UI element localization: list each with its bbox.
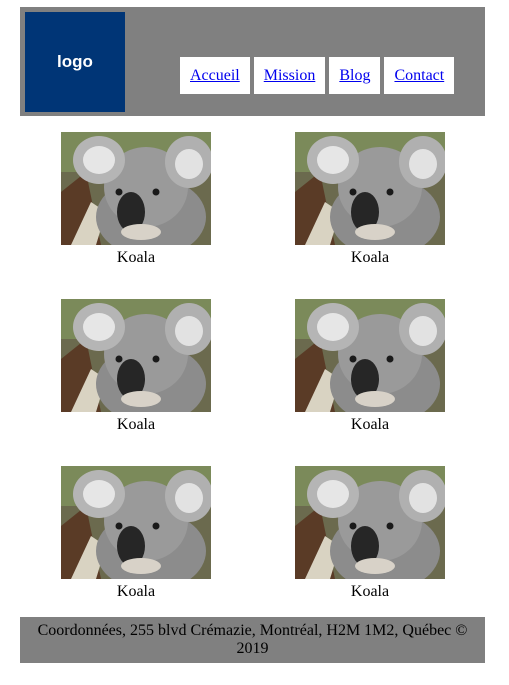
nav-link-blog[interactable]: Blog	[329, 57, 381, 94]
header-bar: logo Accueil Mission Blog Contact	[20, 7, 485, 116]
gallery-caption: Koala	[116, 249, 156, 266]
koala-image	[61, 466, 211, 579]
gallery-item: Koala	[61, 466, 211, 605]
koala-image	[295, 466, 445, 579]
koala-image	[295, 132, 445, 245]
nav-link-accueil[interactable]: Accueil	[180, 57, 250, 94]
koala-image	[61, 299, 211, 412]
gallery-item: Koala	[295, 299, 445, 438]
koala-image	[61, 132, 211, 245]
footer: Coordonnées, 255 blvd Crémazie, Montréal…	[20, 617, 485, 663]
koala-image	[295, 299, 445, 412]
logo[interactable]: logo	[25, 12, 125, 112]
gallery-caption: Koala	[350, 249, 390, 266]
main-nav: Accueil Mission Blog Contact	[180, 57, 455, 94]
gallery-item: Koala	[295, 132, 445, 271]
gallery-item: Koala	[295, 466, 445, 605]
nav-link-contact[interactable]: Contact	[384, 57, 455, 94]
nav-link-mission[interactable]: Mission	[253, 57, 326, 94]
gallery-item: Koala	[61, 132, 211, 271]
gallery-item: Koala	[61, 299, 211, 438]
gallery-caption: Koala	[350, 583, 390, 600]
gallery-caption: Koala	[116, 416, 156, 433]
gallery-caption: Koala	[350, 416, 390, 433]
gallery-caption: Koala	[116, 583, 156, 600]
